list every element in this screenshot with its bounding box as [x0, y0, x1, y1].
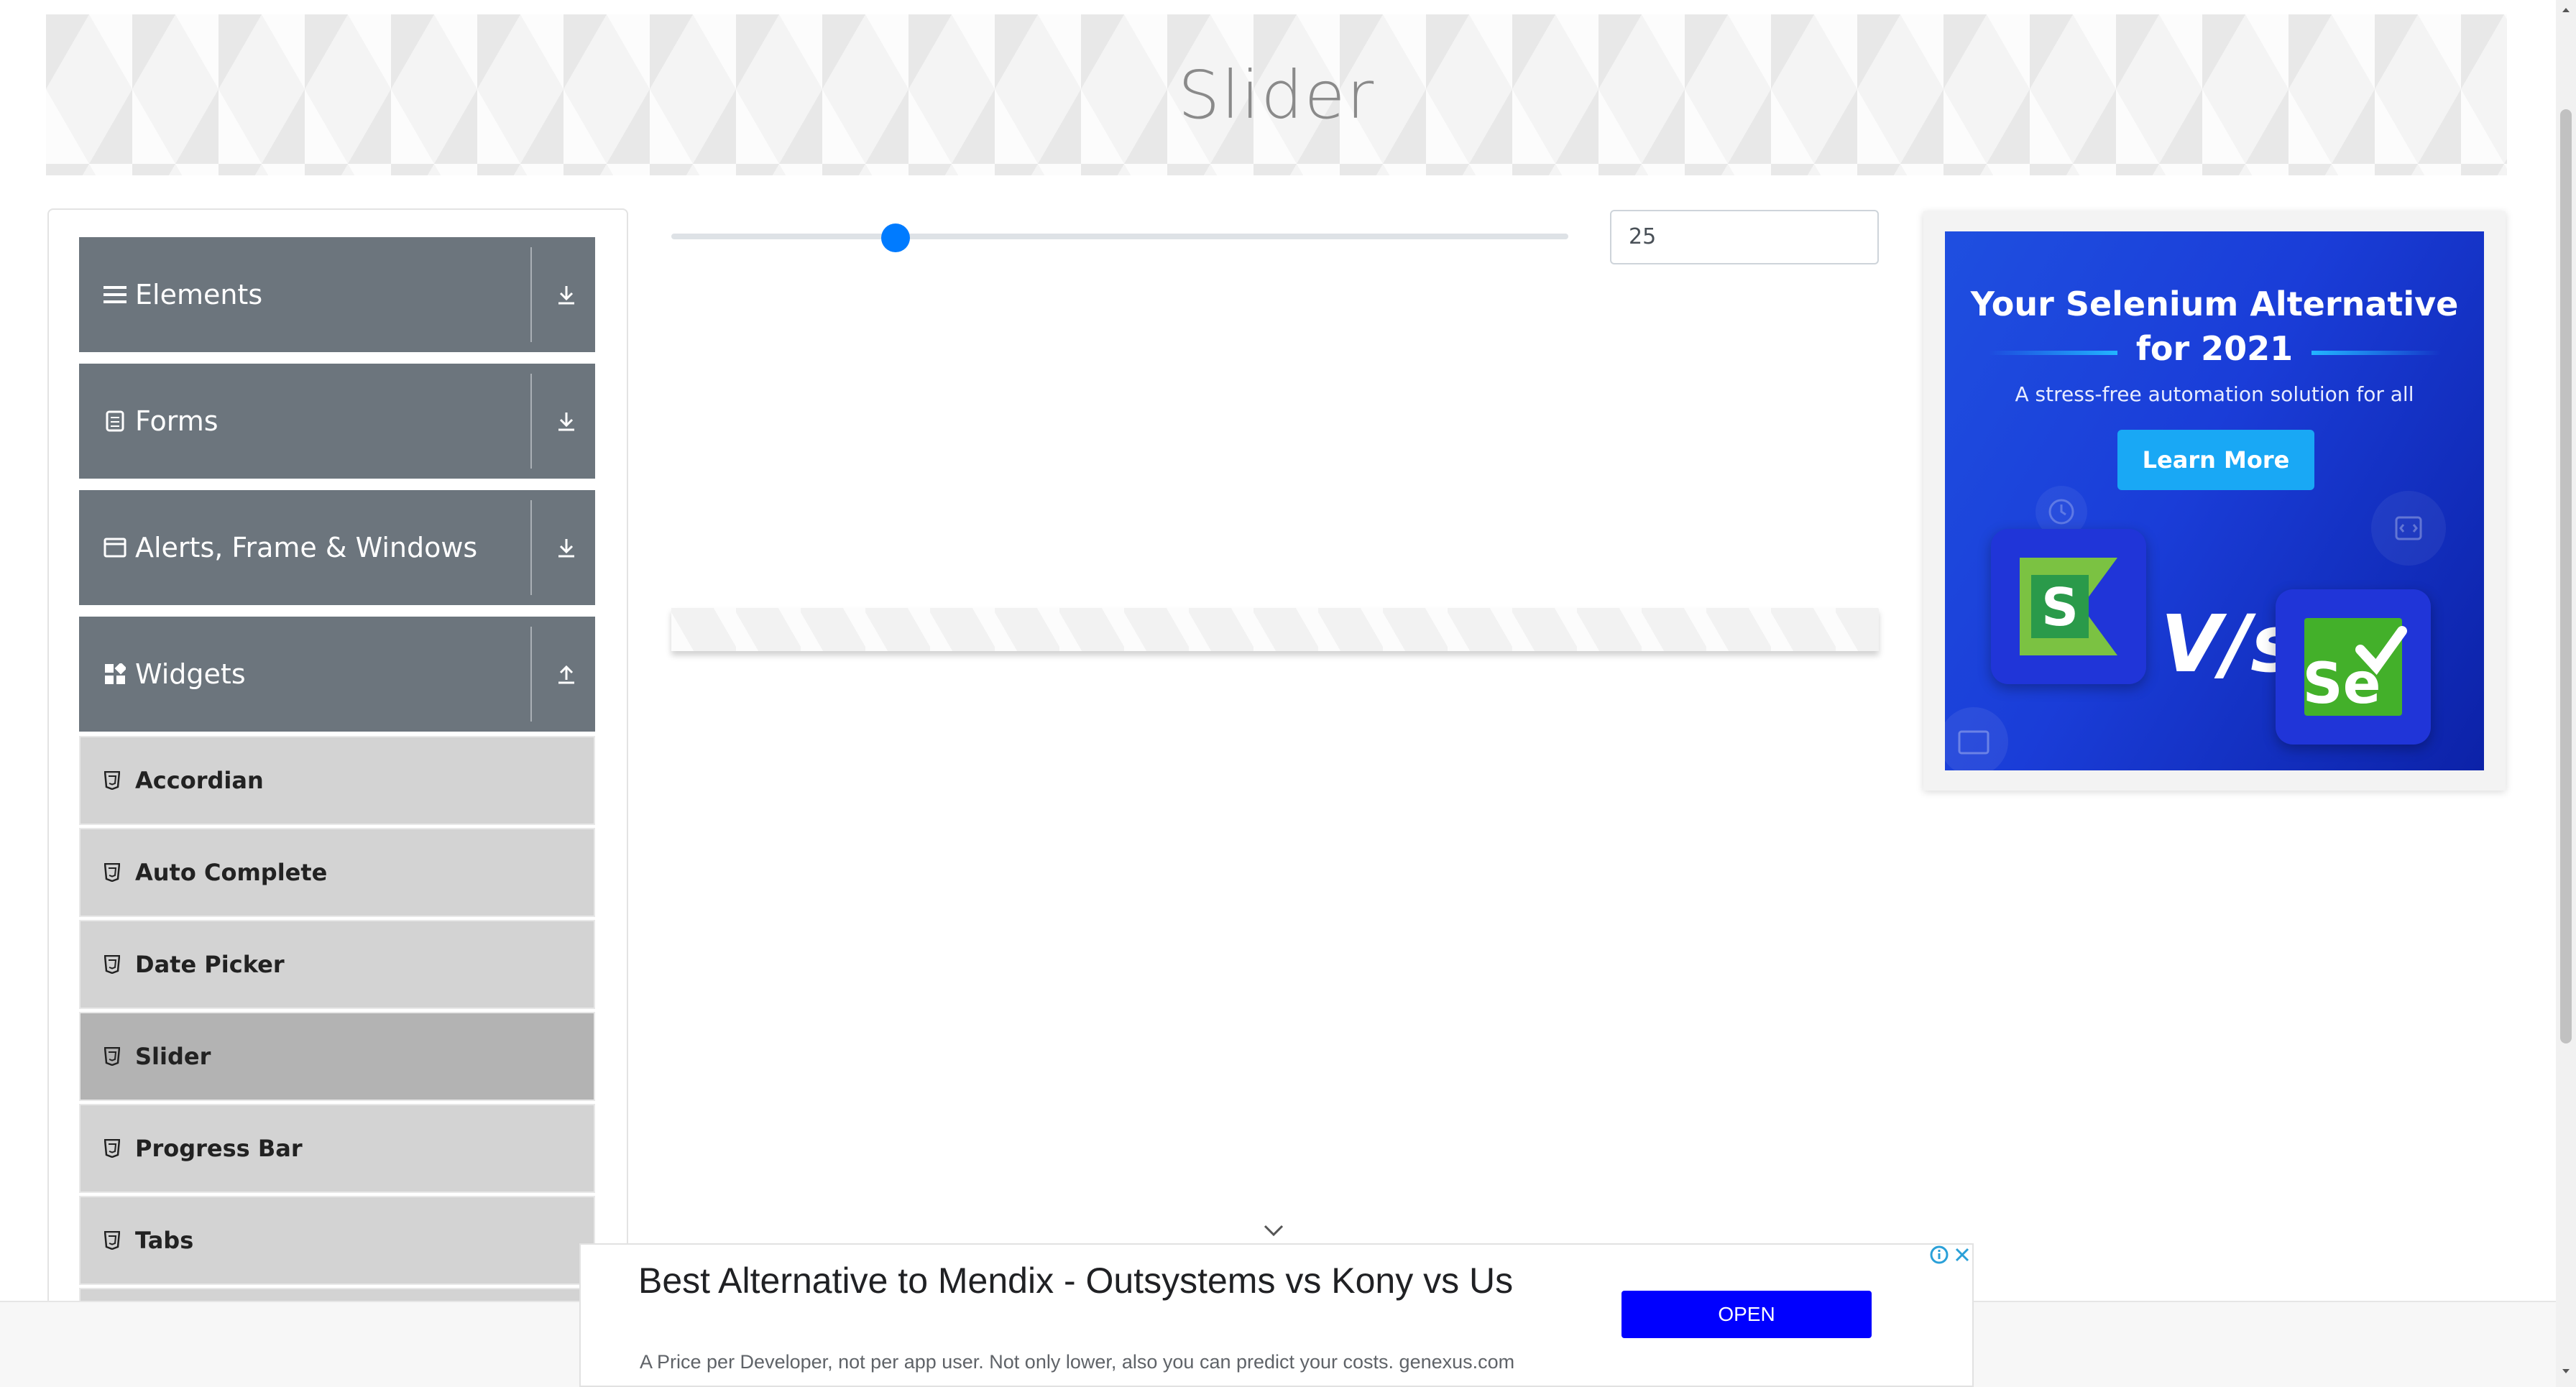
html5-icon — [102, 1045, 122, 1068]
divider — [530, 374, 532, 469]
widgets-icon — [101, 660, 129, 688]
divider — [530, 627, 532, 722]
decorative-line — [1988, 351, 2117, 355]
slider-thumb[interactable] — [881, 224, 910, 252]
sidebar-item-date-picker[interactable]: Date Picker — [79, 920, 595, 1009]
sidebar-group-label: Alerts, Frame & Windows — [135, 532, 478, 563]
divider — [530, 247, 532, 342]
sidebar-item-label: Slider — [135, 1043, 211, 1070]
sidebar-group-label: Widgets — [135, 658, 246, 690]
ad-title-line: for 2021 — [2135, 329, 2294, 368]
code-icon — [2371, 491, 2446, 566]
scrollbar-thumb[interactable] — [2560, 109, 2572, 1043]
sidebar-group-label: Elements — [135, 279, 263, 310]
ad-headline[interactable]: Best Alternative to Mendix - Outsystems … — [638, 1258, 1565, 1304]
advertisement-right[interactable]: Your Selenium Alternative for 2021 A str… — [1923, 211, 2506, 791]
sidebar-item-progress-bar[interactable]: Progress Bar — [79, 1104, 595, 1193]
upload-arrow-icon[interactable] — [551, 658, 582, 690]
html5-icon — [102, 769, 122, 792]
svg-text:S: S — [2041, 577, 2079, 637]
ad-banner[interactable]: Your Selenium Alternative for 2021 A str… — [1945, 231, 2484, 770]
sidebar-item-tabs[interactable]: Tabs — [79, 1196, 595, 1285]
ad-title-line: Your Selenium Alternative — [1970, 285, 2459, 323]
sidebar-group-alerts[interactable]: Alerts, Frame & Windows — [79, 490, 595, 605]
decorative-line — [2312, 351, 2441, 355]
range-slider[interactable] — [671, 224, 1568, 252]
document-icon — [101, 407, 129, 436]
browser-icon — [1945, 707, 2008, 770]
selenium-logo: Se — [2276, 589, 2431, 745]
sidebar-item-label: Tabs — [135, 1227, 194, 1254]
sidebar-item-label: Date Picker — [135, 951, 285, 978]
sidebar-group-forms[interactable]: Forms — [79, 364, 595, 479]
ad-subtitle: A stress-free automation solution for al… — [2015, 382, 2414, 406]
advertisement-bottom[interactable]: Best Alternative to Mendix - Outsystems … — [579, 1243, 1974, 1387]
info-icon[interactable] — [1929, 1245, 1949, 1265]
open-button[interactable]: OPEN — [1622, 1291, 1872, 1338]
sidebar-item-label: Accordian — [135, 767, 264, 794]
chevron-down-icon[interactable] — [1262, 1222, 1285, 1239]
decorative-strip — [671, 608, 1879, 651]
slider-value-input[interactable]: 25 — [1610, 210, 1879, 264]
page-header-banner: Slider — [46, 14, 2507, 175]
scroll-up-arrow-icon[interactable] — [2560, 4, 2572, 16]
sidebar-item-slider[interactable]: Slider — [79, 1012, 595, 1101]
html5-icon — [102, 861, 122, 884]
sidebar-group-elements[interactable]: Elements — [79, 237, 595, 352]
ad-description: A Price per Developer, not per app user.… — [640, 1351, 1515, 1373]
download-arrow-icon[interactable] — [551, 279, 582, 310]
download-arrow-icon[interactable] — [551, 405, 582, 437]
sidebar-group-label: Forms — [135, 405, 218, 437]
learn-more-button[interactable]: Learn More — [2117, 430, 2314, 490]
html5-icon — [102, 953, 122, 976]
scrollbar[interactable] — [2556, 0, 2576, 1387]
sidebar-item-label: Auto Complete — [135, 859, 328, 886]
sidebar-item-auto-complete[interactable]: Auto Complete — [79, 828, 595, 917]
hamburger-icon — [101, 280, 129, 309]
page-title: Slider — [1177, 56, 1376, 134]
sidebar-group-widgets[interactable]: Widgets — [79, 617, 595, 732]
testproject-logo: S — [1991, 529, 2146, 684]
ad-choices[interactable] — [1929, 1245, 1972, 1266]
ad-title: Your Selenium Alternative for 2021 — [1945, 282, 2484, 371]
sidebar-item-accordian[interactable]: Accordian — [79, 736, 595, 825]
sidebar-panel: Elements Forms Alerts, Frame & Windows W… — [47, 208, 628, 1387]
scroll-down-arrow-icon[interactable] — [2560, 1365, 2572, 1377]
download-arrow-icon[interactable] — [551, 532, 582, 563]
sidebar-item-label: Progress Bar — [135, 1135, 303, 1162]
divider — [530, 500, 532, 595]
close-icon[interactable] — [1952, 1245, 1972, 1265]
html5-icon — [102, 1137, 122, 1160]
window-icon — [101, 533, 129, 562]
html5-icon — [102, 1229, 122, 1252]
